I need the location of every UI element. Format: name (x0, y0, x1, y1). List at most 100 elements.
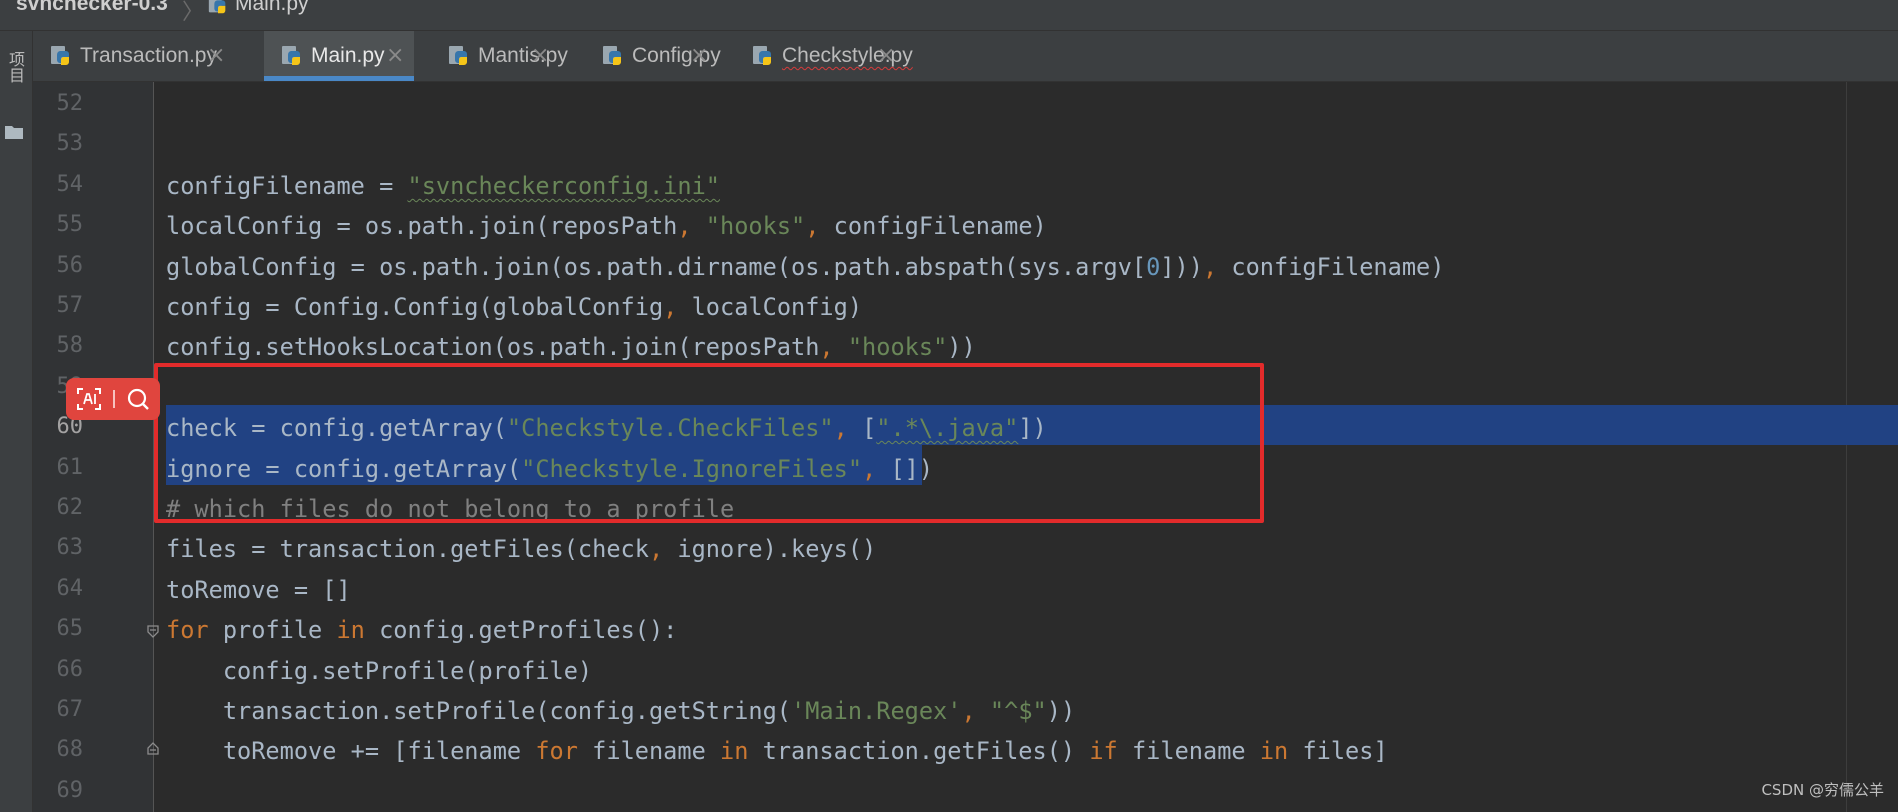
line-number: 66 (56, 656, 84, 682)
python-file-icon (282, 46, 300, 65)
folder-icon[interactable] (4, 123, 24, 141)
python-file-icon (208, 0, 226, 14)
project-tool-label[interactable]: 项目 (4, 51, 26, 85)
code-token: configFilename) (1231, 252, 1445, 281)
code-text[interactable]: files = transaction.getFiles(check, igno… (166, 535, 876, 563)
code-token: configFilename) (833, 212, 1047, 241)
tab-checkstyle[interactable]: Checkstyle.py × (735, 31, 913, 81)
code-text[interactable]: transaction.setProfile(config.getString(… (166, 697, 1075, 725)
search-icon[interactable] (124, 385, 152, 413)
code-token: configFilename = (166, 171, 408, 200)
line-number: 67 (56, 697, 84, 722)
line-number: 68 (56, 737, 84, 763)
code-text[interactable]: configFilename = "svncheckerconfig.ini" (166, 172, 720, 200)
python-file-icon (51, 46, 69, 65)
floating-ai-toolbar (66, 378, 160, 420)
python-file-icon (603, 46, 621, 65)
tab-label: Main.py (311, 44, 385, 67)
code-line: 69 (33, 772, 1898, 812)
code-text[interactable]: localConfig = os.path.join(reposPath, "h… (166, 212, 1047, 240)
code-line: 54 configFilename = "svncheckerconfig.ini… (33, 166, 1898, 206)
code-token: filename (1131, 737, 1260, 766)
code-token: config.setHooksLocation(os.path.join(rep… (166, 333, 820, 362)
code-token: , (819, 333, 848, 362)
code-text[interactable]: toRemove += [filename for filename in tr… (166, 737, 1388, 765)
code-token: , (961, 697, 990, 725)
line-number: 64 (56, 575, 84, 601)
tab-transaction[interactable]: Transaction.py × (33, 31, 235, 81)
code-line: 53 (33, 125, 1898, 165)
code-text[interactable]: config = Config.Config(globalConfig, loc… (166, 293, 862, 321)
line-number: 69 (56, 777, 84, 803)
code-token: for (535, 737, 593, 766)
code-token: in (336, 616, 380, 645)
code-token: )) (1046, 697, 1076, 725)
highlight-box (154, 363, 1264, 523)
code-token: , (1202, 252, 1232, 281)
line-number: 56 (56, 252, 84, 278)
code-line: 64 toRemove = [] (33, 570, 1898, 610)
line-number: 62 (56, 495, 84, 520)
code-line: 58 config.setHooksLocation(os.path.join(r… (33, 327, 1898, 367)
watermark: CSDN @穷儒公羊 (1761, 781, 1884, 799)
code-token: , (677, 212, 706, 241)
close-icon[interactable]: × (386, 43, 404, 68)
code-token: config.setProfile(profile) (166, 656, 593, 685)
code-token: , (648, 535, 678, 564)
code-token: "hooks" (705, 212, 806, 241)
tab-main[interactable]: Main.py × (264, 31, 414, 81)
code-token: localConfig) (691, 293, 863, 321)
tab-label: Transaction.py (80, 44, 217, 67)
code-line: 56 globalConfig = os.path.join(os.path.di… (33, 247, 1898, 287)
code-text[interactable]: config.setHooksLocation(os.path.join(rep… (166, 333, 976, 361)
ai-icon[interactable] (76, 387, 102, 411)
code-line: 55 localConfig = os.path.join(reposPath, … (33, 206, 1898, 246)
breadcrumb-separator: 〉 (182, 0, 205, 24)
fold-open-icon[interactable] (146, 624, 160, 638)
line-number: 57 (56, 293, 84, 318)
line-number: 61 (56, 454, 84, 480)
line-number: 54 (56, 171, 84, 197)
code-token: toRemove += [filename (166, 737, 536, 766)
code-line: 63 files = transaction.getFiles(check, ig… (33, 529, 1898, 569)
code-text[interactable]: for profile in config.getProfiles(): (166, 616, 677, 644)
code-line: 68 toRemove += [filename for filename in… (33, 731, 1898, 771)
breadcrumb-project[interactable]: svnchecker-0.3 (16, 0, 168, 16)
close-icon[interactable]: × (531, 43, 549, 68)
tab-config[interactable]: Config.py × (585, 31, 721, 81)
code-token: 'Main.Regex' (791, 697, 962, 725)
code-token: ])) (1160, 252, 1203, 281)
breadcrumb: svnchecker-0.3 〉 Main.py (0, 0, 1898, 31)
code-token: config.getProfiles(): (379, 616, 678, 645)
code-text[interactable]: toRemove = [] (166, 576, 351, 604)
close-icon[interactable]: × (690, 43, 708, 68)
code-token: 0 (1146, 252, 1161, 281)
code-token: "svncheckerconfig.ini" (407, 171, 720, 200)
line-number: 53 (56, 131, 84, 157)
line-number: 65 (56, 616, 84, 642)
code-text[interactable]: globalConfig = os.path.join(os.path.dirn… (166, 253, 1444, 281)
tab-mantis[interactable]: Mantis.py × (431, 31, 568, 81)
code-token: profile (222, 616, 337, 645)
line-number: 58 (56, 333, 84, 359)
line-number: 55 (56, 212, 84, 238)
close-icon[interactable]: × (877, 43, 895, 68)
code-text[interactable]: config.setProfile(profile) (166, 657, 592, 685)
code-line: 66 config.setProfile(profile) (33, 651, 1898, 691)
code-token: "hooks" (847, 333, 948, 362)
close-icon[interactable]: × (207, 43, 225, 68)
code-token: )) (947, 333, 976, 362)
python-file-icon (753, 46, 771, 65)
code-token: in (720, 737, 763, 766)
code-line: 52 (33, 85, 1898, 125)
breadcrumb-file[interactable]: Main.py (235, 0, 309, 16)
code-token: "^$" (989, 697, 1047, 725)
tool-window-strip: 项目 (0, 31, 33, 812)
code-token: config = Config.Config(globalConfig (166, 293, 664, 321)
code-token: files = transaction.getFiles(check (166, 535, 649, 564)
active-tab-indicator (264, 76, 414, 81)
code-line: 57 config = Config.Config(globalConfig, l… (33, 287, 1898, 327)
code-token: , (663, 293, 692, 321)
code-token: , (805, 212, 834, 241)
fold-end-icon[interactable] (146, 742, 160, 756)
